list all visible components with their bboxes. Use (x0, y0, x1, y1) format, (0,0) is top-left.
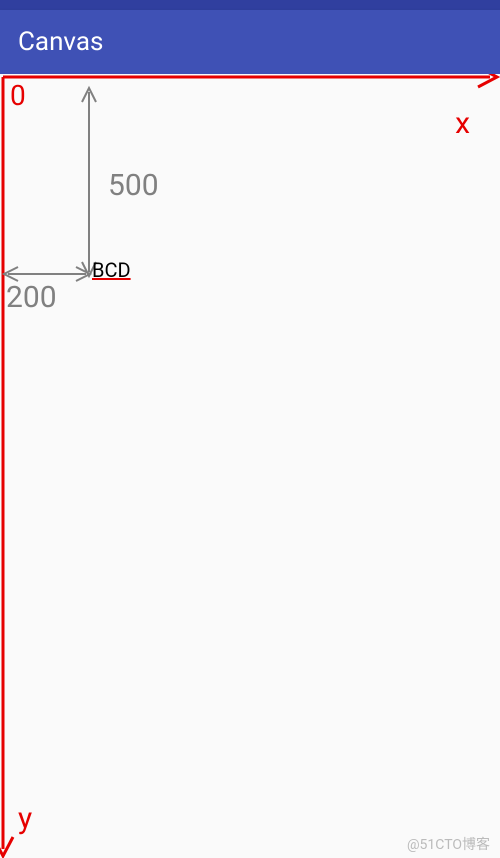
dimension-vertical-label: 500 (108, 168, 159, 203)
status-bar (0, 0, 500, 10)
y-axis-label: y (18, 801, 32, 836)
app-title: Canvas (18, 27, 103, 57)
watermark: @51CTO博客 (407, 834, 490, 854)
canvas-area: 0 x y 500 200 BCD @51CTO博客 (0, 74, 500, 858)
axes-svg (0, 74, 500, 858)
origin-label: 0 (10, 79, 26, 112)
x-axis-label: x (455, 106, 470, 141)
point-bcd-label: BCD (92, 258, 131, 282)
app-bar: Canvas (0, 10, 500, 74)
dimension-horizontal-label: 200 (6, 280, 57, 315)
